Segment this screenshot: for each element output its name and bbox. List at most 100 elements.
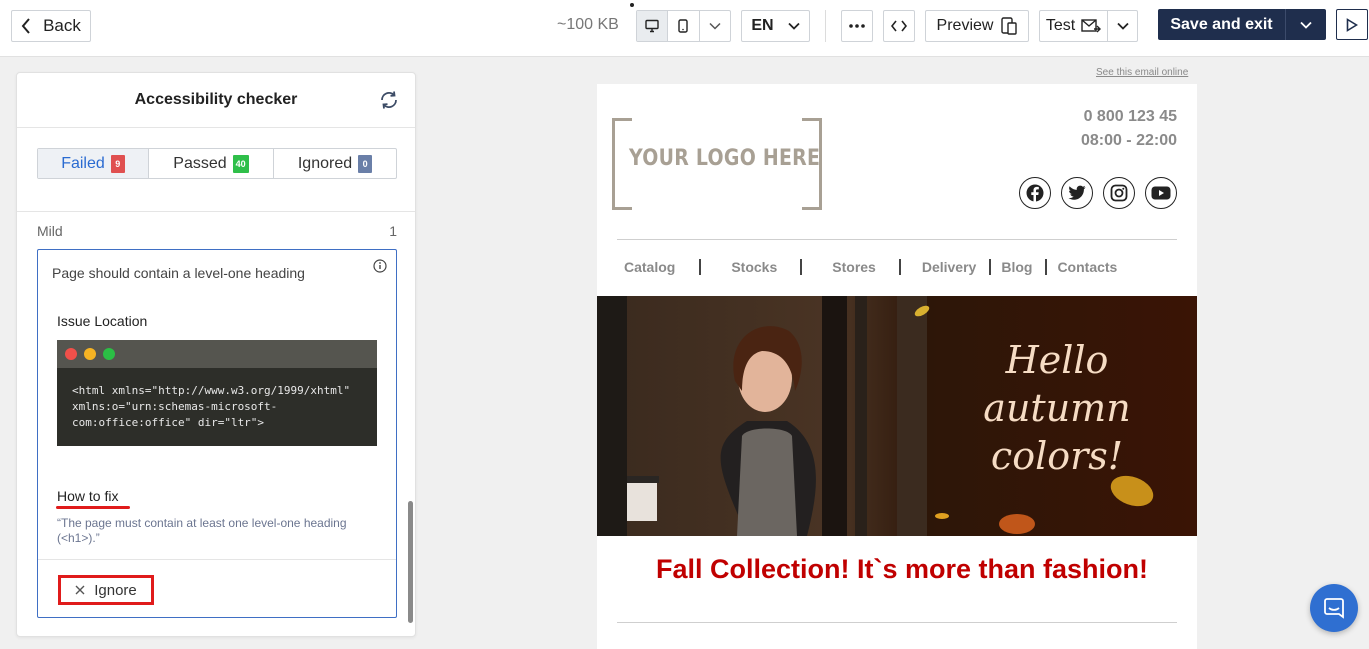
hero-line: Hello [1005, 338, 1109, 382]
facebook-link[interactable] [1019, 177, 1051, 209]
panel-scrollbar[interactable] [408, 501, 413, 623]
run-button[interactable] [1336, 9, 1368, 40]
tab-failed[interactable]: Failed 9 [38, 149, 149, 178]
how-to-fix-label: How to fix [57, 488, 119, 504]
code-icon [891, 20, 907, 32]
count-badge: 9 [110, 154, 125, 173]
info-icon[interactable] [373, 259, 387, 273]
severity-count: 1 [389, 223, 397, 239]
nav-separator [989, 259, 992, 275]
test-button[interactable]: Test [1040, 11, 1108, 41]
logo-text: YOUR LOGO HERE [629, 146, 821, 171]
severity-group-header: Mild 1 [37, 223, 397, 239]
social-links [1019, 177, 1177, 209]
nav-separator [1045, 259, 1048, 275]
back-label: Back [43, 16, 81, 35]
save-button-group: Save and exit [1158, 9, 1326, 40]
facebook-icon [1026, 184, 1044, 202]
ignore-label: Ignore [94, 581, 137, 599]
divider [38, 559, 396, 560]
minimize-dot-icon [84, 348, 96, 360]
instagram-icon [1110, 184, 1128, 202]
count-badge: 40 [232, 154, 249, 173]
refresh-icon[interactable] [379, 91, 399, 109]
nav-item-blog[interactable]: Blog [994, 259, 1039, 275]
logo-placeholder: YOUR LOGO HERE [612, 118, 822, 210]
send-mail-icon [1081, 19, 1102, 33]
test-button-group: Test [1039, 10, 1138, 42]
chevron-left-icon [21, 18, 30, 34]
nav-item-contacts[interactable]: Contacts [1050, 259, 1124, 275]
panel-title: Accessibility checker [134, 91, 298, 108]
language-select[interactable]: EN [741, 10, 810, 42]
hero-line: autumn [983, 386, 1131, 430]
chat-icon [1324, 598, 1344, 619]
hero-heading: Hello autumn colors! [957, 336, 1157, 480]
nav-separator [898, 259, 901, 275]
save-and-exit-button[interactable]: Save and exit [1158, 9, 1286, 40]
see-online-link[interactable]: See this email online [1096, 67, 1188, 78]
issue-location-label: Issue Location [57, 313, 148, 329]
divider [17, 211, 415, 212]
code-snippet: <html xmlns="http://www.w3.org/1999/xhtm… [57, 340, 377, 446]
accessibility-checker-panel: Accessibility checker Failed 9 Passed 40… [16, 72, 416, 637]
ignore-button[interactable]: Ignore [58, 575, 154, 605]
nav-item-stocks[interactable]: Stocks [724, 259, 784, 275]
more-options-button[interactable] [841, 10, 873, 42]
twitter-icon [1068, 185, 1086, 200]
hero-banner: Hello autumn colors! [597, 296, 1197, 536]
support-chat-button[interactable] [1310, 584, 1358, 632]
chevron-down-icon [1116, 22, 1129, 30]
nav-separator [800, 259, 803, 275]
code-text: <html xmlns="http://www.w3.org/1999/xhtm… [72, 384, 351, 429]
more-icon [849, 24, 865, 28]
mobile-icon [678, 19, 689, 33]
device-dropdown-button[interactable] [700, 11, 730, 41]
count-badge: 0 [358, 154, 373, 173]
severity-label: Mild [37, 223, 63, 239]
save-dropdown-button[interactable] [1286, 9, 1326, 40]
code-editor-button[interactable] [883, 10, 915, 42]
issue-card: Page should contain a level-one heading … [37, 249, 397, 618]
divider [617, 622, 1177, 623]
hero-line: colors! [990, 434, 1124, 478]
mobile-view-button[interactable] [668, 11, 700, 41]
tab-label: Failed [61, 154, 105, 172]
test-label: Test [1045, 17, 1076, 34]
working-hours: 08:00 - 22:00 [1080, 132, 1177, 149]
instagram-link[interactable] [1103, 177, 1135, 209]
close-icon [75, 585, 85, 595]
tab-passed[interactable]: Passed 40 [149, 149, 274, 178]
highlight-underline [56, 506, 130, 509]
nav-separator [699, 259, 702, 275]
chevron-down-icon [709, 22, 721, 30]
panel-header: Accessibility checker [17, 73, 415, 128]
nav-item-stores[interactable]: Stores [825, 259, 883, 275]
how-to-fix-text: “The page must contain at least one leve… [57, 516, 347, 545]
email-size-label: ~100 KB [557, 16, 619, 33]
back-button[interactable]: Back [11, 10, 91, 42]
toolbar-divider [825, 10, 826, 42]
nav-item-delivery[interactable]: Delivery [915, 259, 983, 275]
email-preview: YOUR LOGO HERE 0 800 123 45 08:00 - 22:0… [597, 84, 1197, 649]
desktop-view-button[interactable] [637, 11, 669, 41]
indicator-dot [630, 3, 634, 7]
device-switcher [636, 10, 731, 42]
save-label: Save and exit [1170, 15, 1273, 33]
tab-label: Ignored [297, 154, 353, 172]
issue-title: Page should contain a level-one heading [52, 265, 305, 281]
phone-number: 0 800 123 45 [1083, 108, 1177, 125]
preview-label: Preview [936, 17, 994, 34]
email-nav-menu: Catalog Stocks Stores Delivery Blog Cont… [617, 259, 1182, 275]
divider [617, 239, 1177, 240]
maximize-dot-icon [103, 348, 115, 360]
youtube-link[interactable] [1145, 177, 1177, 209]
status-tabs: Failed 9 Passed 40 Ignored 0 [37, 148, 397, 179]
twitter-link[interactable] [1061, 177, 1093, 209]
play-icon [1346, 17, 1358, 32]
code-window-titlebar [57, 340, 377, 368]
test-dropdown-button[interactable] [1108, 11, 1137, 41]
nav-item-catalog[interactable]: Catalog [617, 259, 682, 275]
preview-button[interactable]: Preview [925, 10, 1029, 42]
tab-ignored[interactable]: Ignored 0 [274, 149, 396, 178]
